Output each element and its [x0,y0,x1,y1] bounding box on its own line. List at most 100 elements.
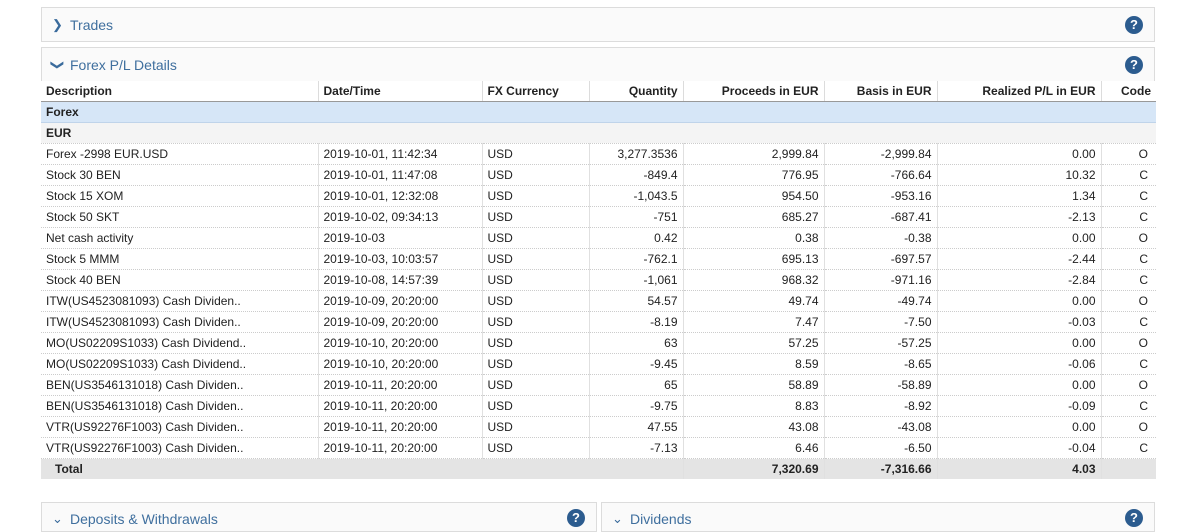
cell-description: VTR(US92276F1003) Cash Dividen.. [41,416,318,438]
table-row: BEN(US3546131018) Cash Dividen.. 2019-10-… [41,374,1156,396]
table-row: Stock 5 MMM 2019-10-03, 10:03:57 USD -762.1… [41,248,1156,270]
cell-code: C [1100,269,1156,291]
cell-proceeds: 685.27 [682,206,824,228]
total-row: Total 7,320.69 -7,316.66 4.03 [41,458,1156,479]
cell-datetime: 2019-10-09, 20:20:00 [317,311,482,333]
col-header-proceeds[interactable]: Proceeds in EUR [682,81,824,102]
total-proceeds: 7,320.69 [682,458,824,479]
table-row: Stock 30 BEN 2019-10-01, 11:47:08 USD -849.… [41,164,1156,186]
cell-proceeds: 695.13 [682,248,824,270]
col-header-description[interactable]: Description [41,81,318,102]
section-label: Forex [41,101,1156,123]
cell-description: MO(US02209S1033) Cash Dividend.. [41,353,318,375]
cell-description: VTR(US92276F1003) Cash Dividen.. [41,437,318,459]
cell-code: O [1100,332,1156,354]
col-header-basis[interactable]: Basis in EUR [823,81,937,102]
table-row: Stock 15 XOM 2019-10-01, 12:32:08 USD -1,04… [41,185,1156,207]
forex-panel-title: Forex P/L Details [70,57,177,73]
table-row: VTR(US92276F1003) Cash Dividen.. 2019-10-… [41,437,1156,459]
cell-fx-currency: USD [481,206,589,228]
cell-quantity: 63 [588,332,683,354]
cell-proceeds: 43.08 [682,416,824,438]
cell-quantity: 47.55 [588,416,683,438]
cell-realized-pl: -2.44 [936,248,1101,270]
table-row: ITW(US4523081093) Cash Dividen.. 2019-10-… [41,311,1156,333]
cell-description: Net cash activity [41,227,318,249]
cell-description: BEN(US3546131018) Cash Dividen.. [41,395,318,417]
cell-description: ITW(US4523081093) Cash Dividen.. [41,290,318,312]
total-basis: -7,316.66 [823,458,937,479]
cell-code: O [1100,227,1156,249]
col-header-code[interactable]: Code [1100,81,1156,102]
cell-code: O [1100,290,1156,312]
forex-panel-header[interactable]: ❯ Forex P/L Details ? [41,47,1155,82]
cell-code: O [1100,416,1156,438]
cell-quantity: -762.1 [588,248,683,270]
cell-realized-pl: 0.00 [936,290,1101,312]
cell-code: O [1100,143,1156,165]
cell-proceeds: 0.38 [682,227,824,249]
table-header-row: Description Date/Time FX Currency Quanti… [41,81,1156,102]
cell-realized-pl: -2.13 [936,206,1101,228]
cell-quantity: 65 [588,374,683,396]
deposits-panel-title: Deposits & Withdrawals [70,511,218,527]
col-header-realized-pl[interactable]: Realized P/L in EUR [936,81,1101,102]
cell-fx-currency: USD [481,374,589,396]
cell-datetime: 2019-10-11, 20:20:00 [317,395,482,417]
col-header-quantity[interactable]: Quantity [588,81,683,102]
cell-proceeds: 2,999.84 [682,143,824,165]
cell-datetime: 2019-10-01, 12:32:08 [317,185,482,207]
cell-basis: -8.92 [823,395,937,417]
cell-quantity: -7.13 [588,437,683,459]
dividends-panel-header[interactable]: ⌄ Dividends ? [601,502,1155,532]
cell-basis: -2,999.84 [823,143,937,165]
cell-realized-pl: 10.32 [936,164,1101,186]
cell-basis: -8.65 [823,353,937,375]
cell-quantity: -9.45 [588,353,683,375]
cell-fx-currency: USD [481,248,589,270]
section-row-forex: Forex [41,101,1156,123]
cell-realized-pl: -0.06 [936,353,1101,375]
cell-fx-currency: USD [481,227,589,249]
cell-quantity: 0.42 [588,227,683,249]
help-icon[interactable]: ? [1125,56,1143,74]
cell-datetime: 2019-10-09, 20:20:00 [317,290,482,312]
cell-datetime: 2019-10-01, 11:47:08 [317,164,482,186]
cell-proceeds: 49.74 [682,290,824,312]
cell-quantity: -8.19 [588,311,683,333]
chevron-down-icon: ❯ [50,59,66,71]
cell-description: Stock 30 BEN [41,164,318,186]
cell-datetime: 2019-10-11, 20:20:00 [317,437,482,459]
trades-panel-title: Trades [70,16,114,33]
table-row: BEN(US3546131018) Cash Dividen.. 2019-10-… [41,395,1156,417]
dividends-panel-title: Dividends [630,511,692,527]
cell-proceeds: 6.46 [682,437,824,459]
cell-realized-pl: -0.04 [936,437,1101,459]
cell-description: Stock 50 SKT [41,206,318,228]
cell-fx-currency: USD [481,353,589,375]
forex-pl-table: Description Date/Time FX Currency Quanti… [41,81,1156,479]
table-row: Forex -2998 EUR.USD 2019-10-01, 11:42:34 U… [41,143,1156,165]
trades-panel-header[interactable]: ❯ Trades ? [41,7,1155,42]
cell-basis: -0.38 [823,227,937,249]
col-header-fx-currency[interactable]: FX Currency [481,81,589,102]
cell-description: Stock 15 XOM [41,185,318,207]
col-header-datetime[interactable]: Date/Time [317,81,482,102]
cell-datetime: 2019-10-02, 09:34:13 [317,206,482,228]
cell-quantity: -751 [588,206,683,228]
deposits-panel-header[interactable]: ⌄ Deposits & Withdrawals ? [41,502,597,532]
help-icon[interactable]: ? [1125,15,1143,34]
cell-basis: -7.50 [823,311,937,333]
cell-proceeds: 954.50 [682,185,824,207]
cell-realized-pl: 0.00 [936,332,1101,354]
cell-description: Stock 5 MMM [41,248,318,270]
help-icon[interactable]: ? [1125,509,1143,527]
cell-proceeds: 8.83 [682,395,824,417]
cell-datetime: 2019-10-11, 20:20:00 [317,416,482,438]
cell-fx-currency: USD [481,185,589,207]
cell-basis: -971.16 [823,269,937,291]
cell-datetime: 2019-10-01, 11:42:34 [317,143,482,165]
cell-basis: -43.08 [823,416,937,438]
cell-fx-currency: USD [481,332,589,354]
help-icon[interactable]: ? [567,509,585,527]
